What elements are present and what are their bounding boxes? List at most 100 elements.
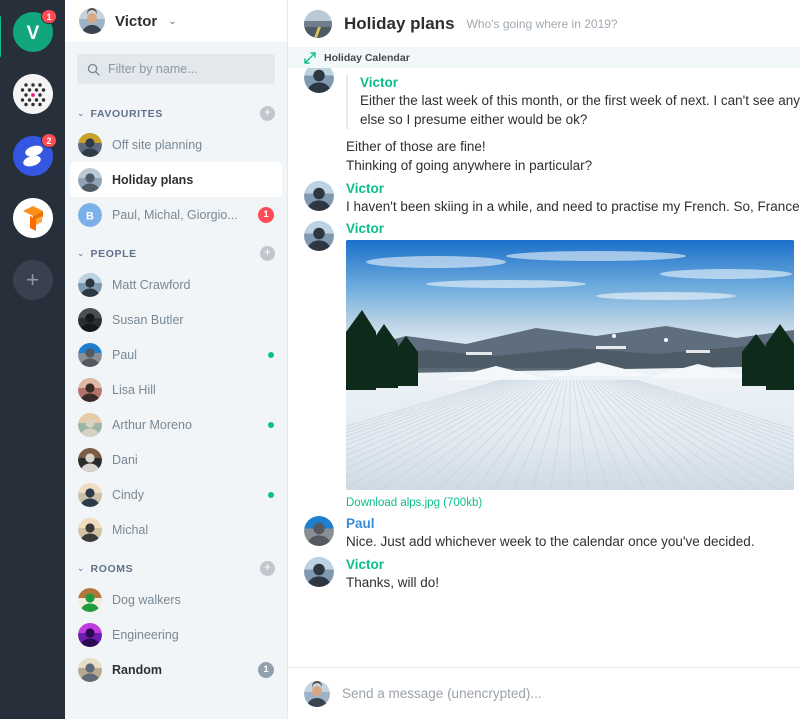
search-placeholder: Filter by name...	[108, 62, 198, 76]
avatar[interactable]	[304, 516, 334, 547]
section-title: FAVOURITES	[90, 107, 163, 120]
composer-placeholder: Send a message (unencrypted)...	[342, 686, 542, 701]
sidebar-item-paul[interactable]: Paul	[70, 337, 282, 372]
message-sender[interactable]: Victor	[346, 221, 784, 236]
avatar	[78, 307, 102, 332]
attached-image[interactable]	[346, 240, 794, 491]
expand-icon[interactable]	[304, 51, 316, 64]
avatar	[78, 412, 102, 437]
sidebar-section-people: ⌄ PEOPLE + Matt Crawford Susan Butler Paul Lis…	[65, 232, 287, 547]
sidebar-item-dani[interactable]: Dani	[70, 442, 282, 477]
message: Victor Thanks, will do!	[288, 552, 800, 593]
sidebar-item-dog-walkers[interactable]: Dog walkers	[70, 582, 282, 617]
sidebar-item-matt-crawford[interactable]: Matt Crawford	[70, 267, 282, 302]
section-title: PEOPLE	[90, 247, 137, 260]
sidebar-item-label: Lisa Hill	[112, 382, 156, 397]
avatar: B	[78, 202, 102, 227]
sidebar-item-engineering[interactable]: Engineering	[70, 617, 282, 652]
add-room-button[interactable]: +	[260, 561, 275, 576]
sidebar-item-label: Arthur Moreno	[112, 417, 192, 432]
avatar[interactable]	[304, 68, 334, 93]
message: Victor Download alps.jpg (700kb)	[288, 216, 800, 511]
avatar	[78, 482, 102, 507]
space-rail: V 1 2 +	[0, 0, 65, 719]
sidebar-item-label: Cindy	[112, 487, 144, 502]
message-text: Thinking of going anywhere in particular…	[346, 157, 593, 173]
avatar	[78, 377, 102, 402]
section-header[interactable]: ⌄ ROOMS +	[65, 557, 287, 582]
chevron-down-icon[interactable]: ⌄	[77, 248, 85, 259]
add-room-button[interactable]: +	[260, 246, 275, 261]
sidebar-item-label: Off site planning	[112, 137, 203, 152]
sidebar-item-random[interactable]: Random 1	[70, 652, 282, 687]
message-body: Victor Thanks, will do!	[346, 557, 784, 593]
sidebar-item-lisa-hill[interactable]: Lisa Hill	[70, 372, 282, 407]
search-input[interactable]: Filter by name...	[77, 54, 275, 84]
dots-icon	[12, 74, 53, 114]
message-sender[interactable]: Victor	[346, 181, 784, 196]
search-icon	[87, 63, 100, 76]
message-sender[interactable]: Paul	[346, 516, 784, 531]
avatar	[78, 622, 102, 647]
sidebar-item-paul-michal-giorgio[interactable]: B Paul, Michal, Giorgio... 1	[70, 197, 282, 232]
sidebar-section-favourites: ⌄ FAVOURITES + Off site planning Holiday pla…	[65, 92, 287, 232]
quote-text-line: else so I presume either would be ok?	[360, 111, 588, 127]
message-text: I haven't been skiing in a while, and ne…	[346, 198, 800, 214]
sidebar-item-arthur-moreno[interactable]: Arthur Moreno	[70, 407, 282, 442]
quote-text-line: Either the last week of this month, or t…	[360, 93, 800, 108]
quoted-reply: Victor Either the last week of this month…	[346, 75, 800, 130]
space-dots[interactable]	[12, 74, 53, 114]
chevron-down-icon[interactable]: ⌄	[77, 563, 85, 574]
section-header[interactable]: ⌄ PEOPLE +	[65, 242, 287, 267]
sidebar: Victor ⌄ Filter by name... ⌄ FAVOURITES + O…	[65, 0, 288, 719]
avatar[interactable]	[304, 221, 334, 252]
message-text: Either of those are fine!	[346, 139, 486, 155]
sidebar-sections: ⌄ FAVOURITES + Off site planning Holiday pla…	[65, 92, 287, 687]
add-space-button[interactable]: +	[12, 260, 53, 300]
svg-text:B: B	[86, 210, 94, 222]
online-status-dot	[268, 351, 274, 358]
online-status-dot	[268, 491, 274, 498]
message-composer[interactable]: Send a message (unencrypted)...	[288, 667, 800, 719]
plus-icon: +	[12, 260, 53, 300]
message-sender[interactable]: Victor	[346, 557, 784, 572]
widget-bar[interactable]: Holiday Calendar	[288, 47, 800, 68]
sidebar-item-label: Matt Crawford	[112, 277, 191, 292]
sidebar-item-cindy[interactable]: Cindy	[70, 477, 282, 512]
svg-text:V: V	[26, 23, 39, 44]
message-body: Victor I haven't been skiing in a while, …	[346, 181, 800, 217]
avatar[interactable]	[304, 556, 334, 587]
unread-badge: 1	[258, 206, 274, 223]
avatar[interactable]	[304, 180, 334, 211]
message: Victor I haven't been skiing in a while, …	[288, 176, 800, 217]
section-header[interactable]: ⌄ FAVOURITES +	[65, 102, 287, 127]
sidebar-item-michal[interactable]: Michal	[70, 512, 282, 547]
download-attachment-link[interactable]: Download alps.jpg (700kb)	[346, 497, 482, 509]
sidebar-item-off-site-planning[interactable]: Off site planning	[70, 127, 282, 162]
orange-t-icon	[12, 198, 53, 238]
online-status-dot	[268, 421, 274, 428]
sidebar-item-holiday-plans[interactable]: Holiday plans	[70, 162, 282, 197]
avatar	[78, 657, 102, 682]
avatar	[304, 680, 330, 707]
space-blue[interactable]: 2	[12, 133, 57, 176]
message: Paul Nice. Just add whichever week to the…	[288, 511, 800, 552]
message-text: Thanks, will do!	[346, 574, 440, 590]
message: Victor Either the last week of this month…	[288, 68, 800, 176]
main-panel: Holiday plans Who's going where in 2019?…	[288, 0, 800, 719]
space-victor[interactable]: V 1	[0, 9, 57, 58]
message-sender[interactable]: Victor	[360, 75, 784, 90]
sidebar-item-susan-butler[interactable]: Susan Butler	[70, 302, 282, 337]
sidebar-item-label: Engineering	[112, 627, 179, 642]
avatar	[78, 447, 102, 472]
message-text: Nice. Just add whichever week to the cal…	[346, 534, 755, 550]
user-menu[interactable]: Victor ⌄	[65, 0, 287, 42]
chevron-down-icon[interactable]: ⌄	[77, 108, 85, 119]
message-timeline[interactable]: Victor Either the last week of this month…	[288, 68, 800, 667]
space-orange[interactable]	[12, 198, 53, 238]
avatar	[78, 132, 102, 157]
message-body: Victor Either the last week of this month…	[346, 75, 800, 176]
sidebar-item-label: Paul, Michal, Giorgio...	[112, 207, 238, 222]
add-room-button[interactable]: +	[260, 106, 275, 121]
room-avatar[interactable]	[304, 9, 332, 38]
